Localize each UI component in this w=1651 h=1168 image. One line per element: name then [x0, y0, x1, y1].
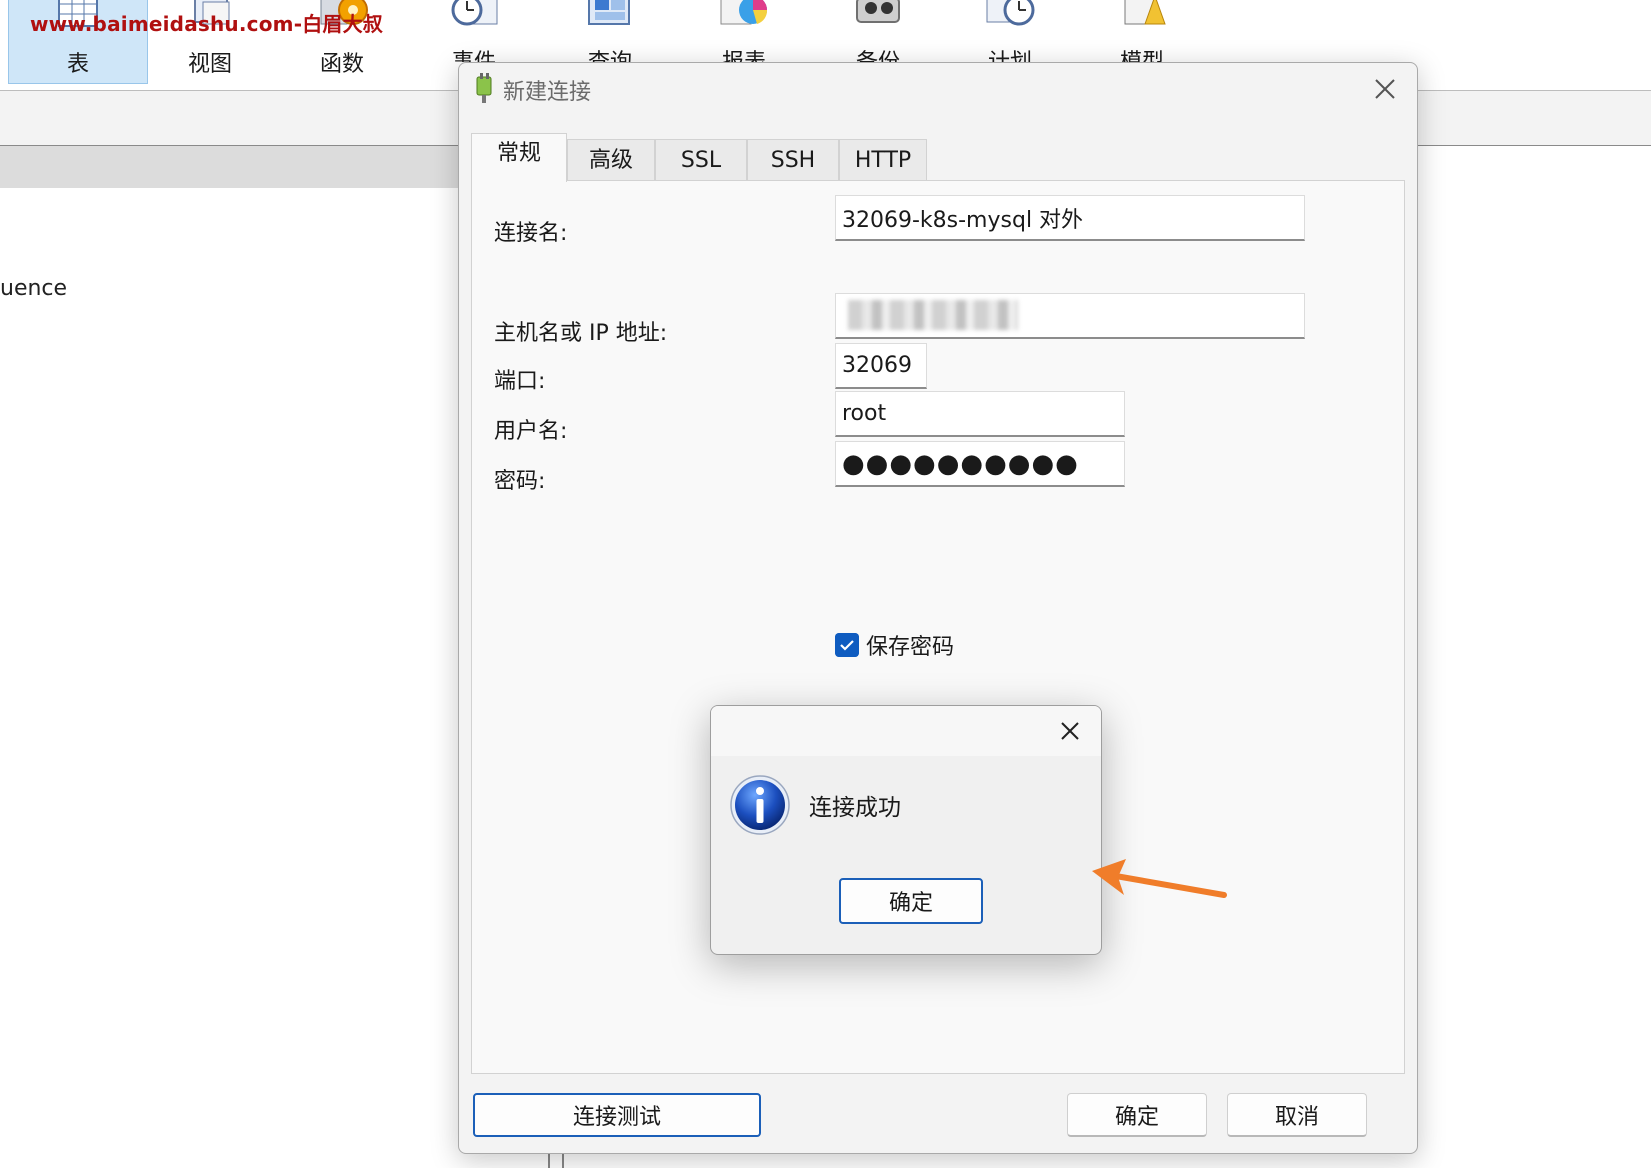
tab-ssl[interactable]: SSL: [655, 139, 747, 181]
tab-general[interactable]: 常规: [471, 133, 567, 182]
toolbar-item-label: 视图: [187, 52, 232, 77]
watermark-text: www.baimeidashu.com-白眉大叔: [30, 12, 384, 36]
toolbar-item-label: 备份: [808, 44, 948, 62]
new-connection-dialog: 新建连接 常规 高级 SSL SSH HTTP 连接名: 主机名或 IP 地址:…: [458, 62, 1418, 1154]
cancel-button[interactable]: 取消: [1227, 1093, 1367, 1137]
username-label: 用户名:: [494, 419, 568, 444]
connection-name-label: 连接名:: [494, 221, 568, 246]
query-icon: [588, 0, 630, 25]
toolbar-item-label: 函数: [319, 52, 364, 77]
tab-ssh[interactable]: SSH: [747, 139, 839, 181]
backup-icon: [856, 0, 900, 23]
dialog-titlebar[interactable]: 新建连接: [459, 63, 1417, 115]
ok-button[interactable]: 确定: [1067, 1093, 1207, 1137]
username-input[interactable]: [835, 391, 1125, 437]
tab-advanced[interactable]: 高级: [567, 139, 655, 181]
information-icon: [730, 775, 790, 835]
toolbar-item-label: 报表: [674, 44, 814, 62]
port-input[interactable]: [835, 343, 927, 389]
password-input[interactable]: [835, 441, 1125, 487]
connection-success-messagebox: 连接成功 确定: [710, 705, 1102, 955]
schedule-icon: [986, 0, 1035, 26]
annotation-arrow-icon: [1092, 859, 1227, 898]
password-label: 密码:: [494, 469, 546, 494]
event-icon: [451, 0, 498, 26]
connection-icon: [476, 73, 492, 103]
save-password-checkbox[interactable]: [835, 633, 859, 657]
messagebox-ok-button[interactable]: 确定: [839, 878, 983, 924]
host-input[interactable]: [835, 293, 1305, 339]
save-password-label[interactable]: 保存密码: [866, 629, 954, 661]
model-icon: [1124, 0, 1166, 25]
toolbar-item-label: 计划: [940, 44, 1080, 62]
object-list-pane: [0, 146, 460, 1168]
report-icon: [720, 0, 768, 25]
host-label: 主机名或 IP 地址:: [494, 321, 668, 346]
redacted-host-value: [848, 300, 1018, 330]
toolbar-item-label: 事件: [404, 44, 544, 62]
messagebox-titlebar[interactable]: [711, 706, 1101, 756]
port-label: 端口:: [494, 369, 546, 394]
toolbar-item-label: 模型: [1072, 44, 1212, 62]
test-connection-button[interactable]: 连接测试: [473, 1093, 761, 1137]
object-list-header: [0, 146, 460, 188]
toolbar-item-label: 表: [66, 52, 89, 77]
close-icon[interactable]: [1367, 71, 1403, 107]
connection-name-input[interactable]: [835, 195, 1305, 241]
messagebox-text: 连接成功: [809, 795, 901, 821]
tab-http[interactable]: HTTP: [839, 139, 927, 181]
dialog-title: 新建连接: [503, 80, 592, 105]
object-list-item[interactable]: uence: [0, 276, 67, 301]
toolbar-item-label: 查询: [540, 44, 680, 62]
close-icon[interactable]: [1053, 714, 1087, 748]
